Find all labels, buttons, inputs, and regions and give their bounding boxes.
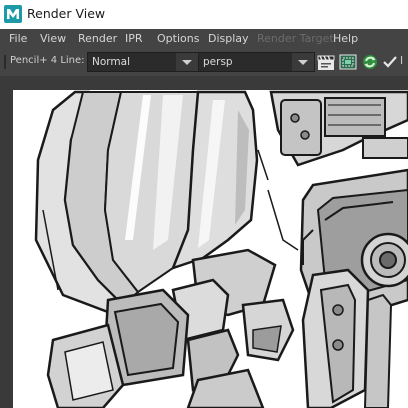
toolbar-grip[interactable] [4, 55, 6, 69]
camera-value: persp [203, 56, 233, 68]
toolbar-truncated-label: I [400, 55, 404, 67]
checkmark-icon[interactable] [381, 53, 399, 71]
menu-display[interactable]: Display [208, 32, 249, 45]
menu-render[interactable]: Render [78, 32, 117, 45]
toolbar: Pencil+ 4 Line: Normal persp I [0, 49, 408, 76]
render-region-icon[interactable] [339, 53, 357, 71]
menu-view[interactable]: View [40, 32, 66, 45]
chevron-down-icon[interactable] [176, 53, 198, 71]
menu-help[interactable]: Help [333, 32, 358, 45]
renderer-label: Pencil+ 4 Line: [10, 55, 85, 66]
menu-file[interactable]: File [9, 32, 27, 45]
menu-ipr[interactable]: IPR [125, 32, 143, 45]
maya-logo-icon [4, 5, 22, 23]
render-viewport[interactable] [0, 76, 408, 408]
line-mode-dropdown[interactable]: Normal [87, 52, 199, 72]
robot-render-image [13, 90, 408, 408]
clapperboard-icon[interactable] [317, 53, 335, 71]
menu-render-target: Render Target [257, 32, 334, 45]
rendered-image [13, 90, 408, 408]
menu-bar: File View Render IPR Options Display Ren… [0, 29, 408, 49]
chevron-down-icon[interactable] [292, 53, 314, 71]
refresh-icon[interactable] [361, 53, 379, 71]
line-mode-value: Normal [92, 56, 130, 68]
window-title: Render View [27, 6, 106, 21]
render-view-window: Render View File View Render IPR Options… [0, 0, 408, 408]
camera-dropdown[interactable]: persp [198, 52, 315, 72]
menu-options[interactable]: Options [157, 32, 199, 45]
title-bar: Render View [0, 0, 408, 29]
